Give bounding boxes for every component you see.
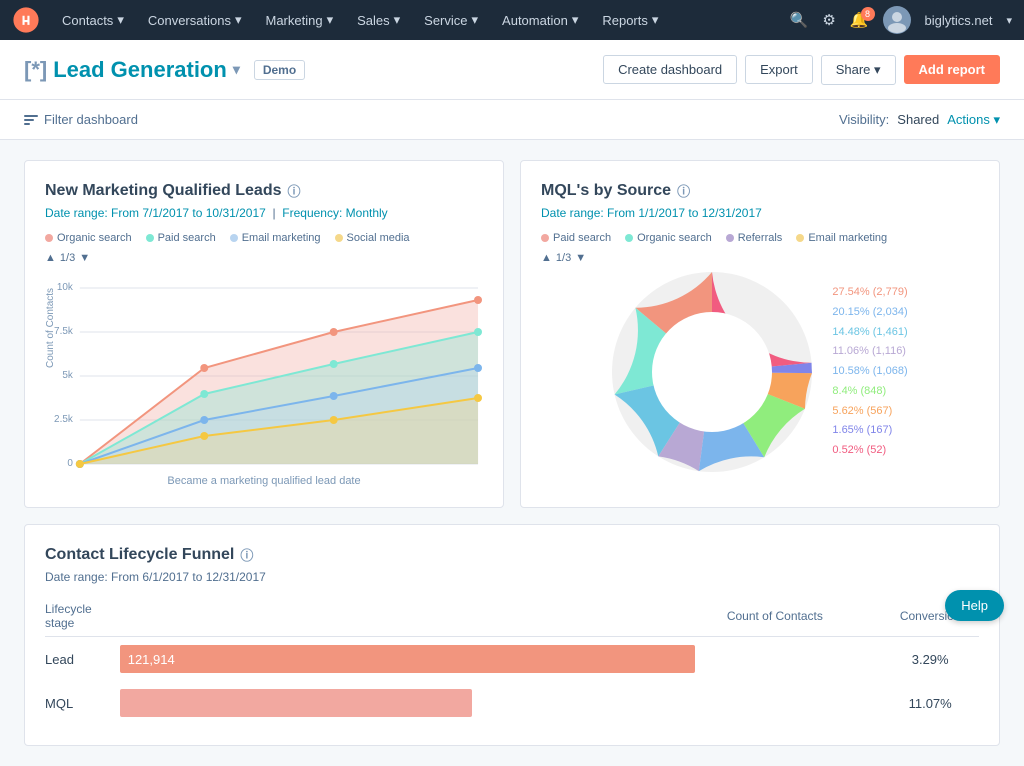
donut-chart-card: MQL's by Source ⓘ Date range: From 1/1/2…: [520, 160, 1000, 508]
donut-chart-info-icon[interactable]: ⓘ: [677, 181, 690, 200]
nav-contacts[interactable]: Contacts ▾: [52, 0, 134, 40]
create-dashboard-button[interactable]: Create dashboard: [603, 55, 737, 84]
funnel-table: Lifecycle stage Count of Contacts Conver…: [45, 596, 979, 725]
search-icon[interactable]: 🔍: [790, 11, 809, 29]
filter-bar: Filter dashboard Visibility: Shared Acti…: [0, 100, 1024, 140]
svg-text:10k: 10k: [57, 282, 73, 293]
nav-automation[interactable]: Automation ▾: [492, 0, 588, 40]
add-report-button[interactable]: Add report: [904, 55, 1000, 84]
donut-legend-referrals: Referrals: [726, 232, 783, 244]
funnel-count-mql: [727, 681, 882, 725]
nav-service[interactable]: Service ▾: [414, 0, 488, 40]
user-avatar[interactable]: [883, 6, 911, 34]
share-button[interactable]: Share ▾: [821, 55, 896, 85]
filter-right: Visibility: Shared Actions ▾: [839, 112, 1000, 128]
actions-dropdown[interactable]: Actions ▾: [947, 112, 1000, 128]
line-chart-title: New Marketing Qualified Leads ⓘ: [45, 181, 483, 200]
chart-row: New Marketing Qualified Leads ⓘ Date ran…: [24, 160, 1000, 508]
filter-dashboard-button[interactable]: Filter dashboard: [24, 112, 138, 127]
donut-chart-title: MQL's by Source ⓘ: [541, 181, 979, 200]
line-chart-legend: Organic search Paid search Email marketi…: [45, 232, 483, 244]
line-chart-pagination: ▲ 1/3 ▼: [45, 252, 483, 264]
export-button[interactable]: Export: [745, 55, 813, 84]
donut-legend-email: Email marketing: [796, 232, 887, 244]
funnel-row-mql: MQL 11.07%: [45, 681, 979, 725]
funnel-stage-lead: Lead: [45, 637, 120, 682]
legend-organic: Organic search: [45, 232, 132, 244]
funnel-date-range: Date range: From 6/1/2017 to 12/31/2017: [45, 570, 979, 584]
funnel-row-lead: Lead 121,914 3.29%: [45, 637, 979, 682]
nav-reports[interactable]: Reports ▾: [592, 0, 668, 40]
donut-chart-labels: 27.54% (2,779) 20.15% (2,034) 14.48% (1,…: [832, 283, 907, 461]
line-chart-info-icon[interactable]: ⓘ: [288, 181, 301, 200]
donut-chart-date-range: Date range: From 1/1/2017 to 12/31/2017: [541, 206, 979, 220]
page-title: [*] Lead Generation ▾ Demo: [24, 57, 305, 83]
top-navigation: Contacts ▾ Conversations ▾ Marketing ▾ S…: [0, 0, 1024, 40]
svg-text:2.5k: 2.5k: [54, 414, 73, 425]
hubspot-logo[interactable]: [12, 6, 40, 34]
x-axis-label: Became a marketing qualified lead date: [45, 475, 483, 487]
funnel-conversion-mql: 11.07%: [881, 681, 979, 725]
funnel-stage-mql: MQL: [45, 681, 120, 725]
legend-email: Email marketing: [230, 232, 321, 244]
donut-chart-legend: Paid search Organic search Referrals Ema…: [541, 232, 979, 244]
filter-icon: [24, 113, 38, 127]
funnel-bar-mql: [120, 681, 727, 725]
demo-badge: Demo: [254, 60, 305, 80]
notifications-icon[interactable]: 🔔 8: [850, 11, 869, 29]
funnel-conversion-lead: 3.29%: [881, 637, 979, 682]
help-button[interactable]: Help: [945, 590, 1004, 621]
donut-chart-pagination: ▲ 1/3 ▼: [541, 252, 979, 264]
funnel-card: Contact Lifecycle Funnel ⓘ Date range: F…: [24, 524, 1000, 746]
settings-icon[interactable]: ⚙: [822, 11, 835, 29]
funnel-col-stage: Lifecycle stage: [45, 596, 120, 637]
funnel-col-count-label: Count of Contacts: [727, 596, 882, 637]
main-content: New Marketing Qualified Leads ⓘ Date ran…: [0, 140, 1024, 766]
line-chart-area: 0 2.5k 5k 7.5k 10k: [45, 268, 483, 487]
line-chart-date-range: Date range: From 7/1/2017 to 10/31/2017 …: [45, 206, 483, 220]
user-menu[interactable]: biglytics.net: [925, 13, 993, 28]
funnel-count-lead: [727, 637, 882, 682]
svg-text:0: 0: [67, 458, 73, 468]
y-axis-label: Count of Contacts: [45, 288, 56, 368]
funnel-title: Contact Lifecycle Funnel ⓘ: [45, 545, 979, 564]
funnel-bar-lead: 121,914: [120, 637, 727, 682]
nav-right-actions: 🔍 ⚙ 🔔 8 biglytics.net ▾: [790, 6, 1012, 34]
legend-paid: Paid search: [146, 232, 216, 244]
funnel-info-icon[interactable]: ⓘ: [240, 545, 253, 564]
header-actions: Create dashboard Export Share ▾ Add repo…: [603, 55, 1000, 85]
donut-legend-organic: Organic search: [625, 232, 712, 244]
nav-conversations[interactable]: Conversations ▾: [138, 0, 252, 40]
svg-text:7.5k: 7.5k: [54, 326, 73, 337]
visibility-value: Shared: [897, 112, 939, 127]
page-header: [*] Lead Generation ▾ Demo Create dashbo…: [0, 40, 1024, 100]
nav-sales[interactable]: Sales ▾: [347, 0, 410, 40]
donut-chart-area: 27.54% (2,779) 20.15% (2,034) 14.48% (1,…: [541, 272, 979, 472]
line-chart-card: New Marketing Qualified Leads ⓘ Date ran…: [24, 160, 504, 508]
svg-text:5k: 5k: [62, 370, 73, 381]
legend-social: Social media: [335, 232, 410, 244]
nav-marketing[interactable]: Marketing ▾: [255, 0, 343, 40]
funnel-col-count: [120, 596, 727, 637]
donut-legend-paid: Paid search: [541, 232, 611, 244]
title-dropdown-icon[interactable]: ▾: [233, 61, 240, 78]
